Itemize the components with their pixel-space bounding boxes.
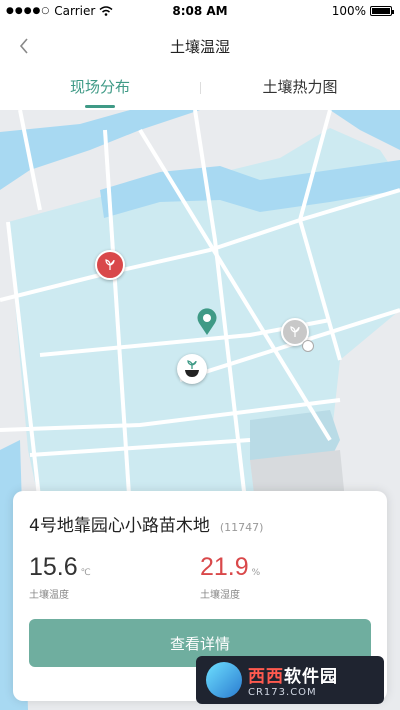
humidity-unit: % [251,568,261,578]
page-title: 土壤温湿 [169,38,230,56]
map-pin-icon [197,308,217,335]
device-id: (11747) [219,521,264,534]
humidity-value: 21.9 [200,553,249,581]
card-header: 4号地靠园心小路苗木地 (11747) [29,511,263,536]
nav-bar: 土壤温湿 [0,24,400,68]
tab-active-indicator [85,105,115,108]
plant-pot-icon [185,360,199,377]
plant-icon [290,326,300,337]
battery-icon [370,6,394,16]
device-name: 4号地靠园心小路苗木地 [29,516,210,536]
tab-soil-heatmap[interactable]: 土壤热力图 [200,68,400,110]
plant-icon [105,259,115,270]
device-marker-red[interactable] [95,250,125,280]
tab-label: 现场分布 [69,78,130,96]
offline-badge-icon [302,340,314,352]
tab-divider [200,82,201,94]
battery-group: 100% [331,4,394,18]
humidity-label: 土壤湿度 [200,590,240,601]
temperature-value: 15.6 [29,553,78,581]
device-marker-white[interactable] [177,354,207,384]
humidity-metric: 21.9% 土壤湿度 [200,553,260,601]
location-pin[interactable] [196,308,218,336]
watermark-logo-icon [206,662,242,698]
status-bar: ●●●●○ Carrier 8:08 AM 100% [0,0,400,22]
temperature-label: 土壤温度 [29,590,69,601]
watermark: 西西软件园 CR173.COM [196,656,384,704]
watermark-name: 西西软件园 [248,667,338,687]
tab-label: 土壤热力图 [262,78,338,96]
watermark-url: CR173.COM [248,687,317,698]
temperature-unit: ℃ [80,568,91,578]
temperature-metric: 15.6 ℃ 土壤温度 [29,553,91,601]
watermark-text: 西西软件园 CR173.COM [248,662,338,698]
tab-field-distribution[interactable]: 现场分布 [0,68,200,110]
battery-percent: 100% [331,4,366,18]
